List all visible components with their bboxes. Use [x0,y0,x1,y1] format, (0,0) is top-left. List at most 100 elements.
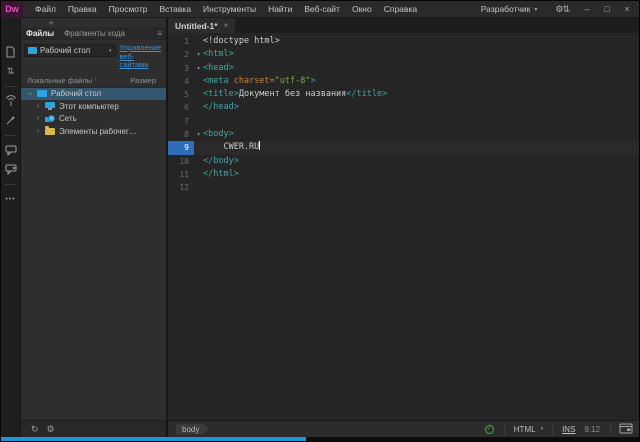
menu-file[interactable]: Файл [29,1,62,17]
panel-tabs: Файлы Фрагменты кода ≡ [21,27,166,40]
sort-ascending-icon: ↑ [94,77,97,83]
tree-row-this-computer[interactable]: › Этот компьютер [21,100,166,113]
menu-insert[interactable]: Вставка [153,1,197,17]
manage-sites-link[interactable]: Управление веб-сайтами [120,44,164,70]
customize-toolbar-icon[interactable]: ••• [3,191,19,207]
close-button[interactable]: × [617,1,637,17]
workspace-label: Разработчик [481,4,531,14]
code-text: <title>Документ без названия</title> [203,88,387,101]
language-selector[interactable]: HTML ▾ [504,424,553,435]
code-text: </body> [203,155,239,168]
menu-edit[interactable]: Правка [62,1,103,17]
expander-closed-icon[interactable]: › [35,128,41,135]
document-tab[interactable]: Untitled-1* × [168,18,235,33]
apply-comment-icon[interactable] [3,142,19,158]
document-tab-title: Untitled-1* [175,21,218,31]
dreamweaver-logo: Dw [1,1,23,18]
site-row: Рабочий стол ▾ Управление веб-сайтами [21,40,166,73]
toolbar-divider [5,86,17,87]
text-caret [259,141,260,150]
workspace-switcher[interactable]: Разработчик ▾ [471,4,548,14]
expander-closed-icon[interactable]: › [35,115,41,122]
minimize-button[interactable]: – [577,1,597,17]
menu-view[interactable]: Просмотр [103,1,154,17]
panel-menu-icon[interactable]: ≡ [157,29,162,38]
lint-ok-icon: ✓ [485,425,494,434]
line-number: 6 [168,101,194,114]
tab-files[interactable]: Файлы [21,29,59,38]
refresh-icon[interactable]: ↻ [31,424,39,435]
maximize-button[interactable]: □ [597,1,617,17]
file-list-headers: Локальные файлы ↑ Размер [21,73,166,88]
open-documents-icon[interactable] [3,44,19,60]
preview-window-icon[interactable] [619,423,633,436]
expander-open-icon[interactable]: › [27,91,34,97]
line-number: 11 [168,168,194,181]
code-fold-icon[interactable]: ▾ [194,51,203,58]
code-line[interactable]: 3▾<head> [168,62,639,75]
code-line[interactable]: 8▾<body> [168,128,639,141]
tree-row-label: Рабочий стол [51,89,101,98]
code-line[interactable]: 1<!doctype html> [168,35,639,48]
left-toolbar: ⇅ ••• [1,18,21,437]
format-source-icon[interactable] [3,112,19,128]
code-text: </head> [203,101,239,114]
code-line[interactable]: 2▾<html> [168,48,639,61]
language-value: HTML [514,425,536,434]
site-selector-value: Рабочий стол [40,46,106,55]
chevron-down-icon: ▾ [109,48,112,54]
chevron-down-icon: ▾ [541,426,544,432]
menu-window[interactable]: Окно [346,1,378,17]
editor-area: Untitled-1* × 1<!doctype html>2▾<html>3▾… [168,18,639,437]
column-local-files[interactable]: Локальные файлы [27,76,92,85]
code-line[interactable]: 11</html> [168,168,639,181]
code-text: <body> [203,128,234,141]
code-line[interactable]: 6 </head> [168,101,639,114]
panel-dock-bar: « [21,18,166,27]
tag-selector-body[interactable]: body [176,424,208,435]
files-panel: « Файлы Фрагменты кода ≡ Рабочий стол ▾ … [21,18,168,437]
site-selector[interactable]: Рабочий стол ▾ [24,44,116,57]
code-fold-icon[interactable]: ▾ [194,65,203,72]
code-line[interactable]: 10</body> [168,155,639,168]
insert-mode-indicator[interactable]: INS [562,425,575,434]
folder-icon [45,128,55,135]
code-line[interactable]: 5<title>Документ без названия</title> [168,88,639,101]
menu-help[interactable]: Справка [378,1,423,17]
menu-site[interactable]: Веб-сайт [298,1,346,17]
code-text: <!doctype html> [203,35,280,48]
menu-find[interactable]: Найти [262,1,298,17]
expander-closed-icon[interactable]: › [35,103,41,110]
code-line[interactable]: 9 CWER.RU [168,141,639,154]
live-preview-icon[interactable] [3,93,19,109]
code-line[interactable]: 4<meta charset="utf-8"> [168,75,639,88]
code-fold-icon[interactable]: ▾ [194,131,203,138]
toolbar-divider [5,184,17,185]
code-view[interactable]: 1<!doctype html>2▾<html>3▾<head>4<meta c… [168,33,639,420]
window-controls: – □ × [577,1,637,17]
collapse-panels-icon[interactable]: « [49,18,53,27]
title-bar: Dw Файл Правка Просмотр Вставка Инструме… [1,1,639,18]
menu-tools[interactable]: Инструменты [197,1,262,17]
line-number: 3 [168,62,194,75]
code-text: CWER.RU [203,141,260,154]
sync-files-icon[interactable]: ⚙ [47,424,55,435]
close-tab-icon[interactable]: × [224,21,229,30]
file-management-icon[interactable]: ⇅ [3,63,19,79]
desktop-icon [28,47,37,54]
code-line[interactable]: 7 [168,115,639,128]
files-panel-toolbar: ↻ ⚙ [21,420,166,437]
network-icon [45,115,55,123]
chevron-down-icon: ▾ [534,6,537,13]
tab-snippets[interactable]: Фрагменты кода [59,29,130,38]
tree-row-network[interactable]: › Сеть [21,113,166,126]
tree-row-desktop[interactable]: › Рабочий стол [21,88,166,101]
computer-icon [45,102,55,110]
statusbar-divider [610,424,611,434]
line-number: 9 [168,141,194,154]
sync-settings-icon[interactable]: ⚙⇅ [547,4,577,15]
tree-row-desktop-items[interactable]: › Элементы рабочег… [21,125,166,138]
code-line[interactable]: 12 [168,181,639,194]
remove-comment-icon[interactable] [3,161,19,177]
column-size[interactable]: Размер [130,76,156,85]
